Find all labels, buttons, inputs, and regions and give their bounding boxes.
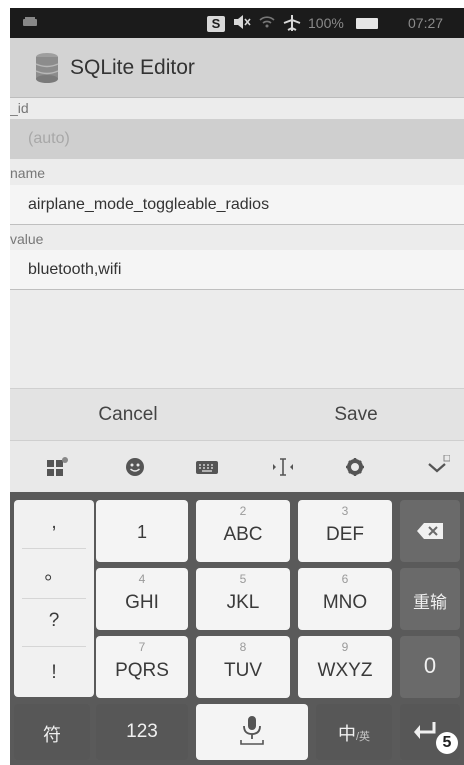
key-7-pqrs[interactable]: 7 PQRS [96,636,188,698]
t9-keypad: , 。 ? ! 1 2 ABC 3 DEF 4 GHI 5 JKL 6 MNO … [10,492,464,765]
enter-icon [414,722,436,739]
database-icon [32,51,62,85]
field-label-id: _id [10,100,29,116]
cancel-button[interactable]: Cancel [28,389,228,441]
name-input[interactable]: airplane_mode_toggleable_radios [10,185,464,225]
key-2-abc[interactable]: 2 ABC [196,500,290,562]
notification-icon [22,14,38,32]
field-label-name: name [10,165,46,181]
punct-divider [22,548,86,549]
numbers-button[interactable]: 123 [96,704,188,760]
save-button[interactable]: Save [256,389,456,441]
value-input[interactable]: bluetooth,wifi [10,250,464,290]
collapse-chevron-icon[interactable] [424,454,451,479]
annotation-badge: 5 [436,732,458,754]
voice-input-button[interactable] [196,704,308,760]
field-label-value: value [10,231,44,247]
id-field: (auto) [10,119,464,159]
microphone-icon [240,716,264,745]
reenter-button[interactable]: 重输 [400,568,460,630]
dialog-button-bar: Cancel Save [10,388,464,440]
s-app-icon: S [207,14,225,32]
lang-main: 中 [337,724,356,744]
settings-icon[interactable] [342,455,368,479]
backspace-button[interactable] [400,500,460,562]
key-9-wxyz[interactable]: 9 WXYZ [298,636,392,698]
emoji-icon[interactable] [122,455,148,479]
language-switch-button[interactable]: 中/英 [316,704,392,760]
backspace-icon [417,523,443,539]
lang-sub: /英 [355,731,371,743]
battery-icon [356,14,378,32]
punct-key-question[interactable]: ? [14,610,94,632]
punct-key-comma[interactable]: , [14,512,94,534]
punctuation-column: , 。 ? ! [14,500,94,697]
action-bar: SQLite Editor [10,38,464,98]
clock: 07:27 [408,15,444,31]
keyboard-icon[interactable] [194,455,220,479]
status-bar: S 100% 07:27 [10,8,464,38]
key-6-mno[interactable]: 6 MNO [298,568,392,630]
punct-divider [22,598,86,599]
key-8-tuv[interactable]: 8 TUV [196,636,290,698]
key-0[interactable]: 0 [400,636,460,698]
cursor-move-icon[interactable] [270,455,296,479]
symbols-button[interactable]: 符 [14,704,90,760]
punct-key-period[interactable]: 。 [14,558,94,585]
battery-percent: 100% [308,15,344,31]
key-1[interactable]: 1 [96,500,188,562]
ime-toolbar [10,440,464,492]
punct-key-exclaim[interactable]: ! [14,662,94,684]
wifi-icon [258,14,276,32]
app-grid-icon[interactable] [44,455,70,479]
key-3-def[interactable]: 3 DEF [298,500,392,562]
key-4-ghi[interactable]: 4 GHI [96,568,188,630]
key-5-jkl[interactable]: 5 JKL [196,568,290,630]
phone-screen: S 100% 07:27 SQLite Editor _id (auto) na… [10,8,464,765]
punct-divider [22,646,86,647]
enter-button[interactable]: 5 [400,704,460,760]
airplane-icon [282,14,302,32]
mute-icon [232,14,252,32]
app-title: SQLite Editor [70,56,195,79]
